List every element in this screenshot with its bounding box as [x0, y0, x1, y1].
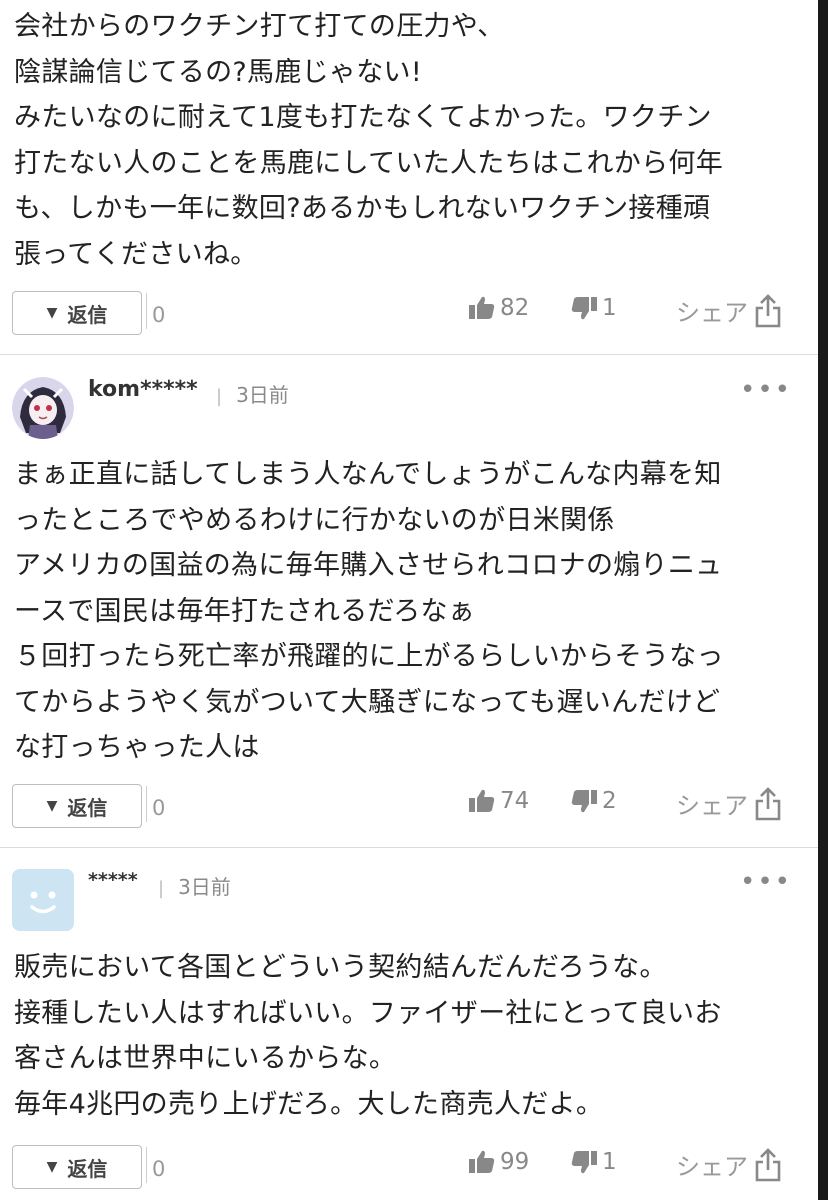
- reply-button[interactable]: ▼ 返信: [12, 784, 142, 828]
- comment-text: 販売において各国とどういう契約結んだんだろうな。 接種したい人はすればいい。ファ…: [14, 952, 722, 1120]
- post-time: 3日前: [236, 383, 289, 407]
- meta-separator: |: [216, 386, 223, 407]
- thumbs-down-icon: [570, 1149, 598, 1175]
- more-icon[interactable]: •••: [740, 867, 792, 897]
- reply-label: 返信: [67, 302, 108, 327]
- thumbs-down-icon: [570, 295, 598, 321]
- share-button[interactable]: シェア: [676, 786, 782, 821]
- comment-3-header: ***** | 3日前 •••: [12, 867, 802, 933]
- meta-separator: |: [158, 878, 165, 899]
- dislike-count: 1: [602, 1149, 617, 1175]
- username[interactable]: kom*****: [88, 377, 198, 402]
- share-label: シェア: [676, 299, 748, 327]
- comment-meta: | 3日前: [216, 379, 289, 408]
- like-count: 99: [500, 1149, 530, 1175]
- caret-down-icon: ▼: [46, 798, 58, 814]
- reply-button[interactable]: ▼ 返信: [12, 291, 142, 335]
- reply-count: 0: [145, 293, 166, 329]
- window-edge: [818, 0, 828, 1200]
- comment-meta: | 3日前: [158, 871, 231, 900]
- reply-count: 0: [145, 786, 166, 822]
- dislike-count: 1: [602, 295, 617, 321]
- share-button[interactable]: シェア: [676, 293, 782, 328]
- like-button[interactable]: 74: [468, 788, 529, 814]
- reply-button[interactable]: ▼ 返信: [12, 1145, 142, 1189]
- avatar[interactable]: [12, 377, 74, 439]
- share-label: シェア: [676, 1153, 748, 1181]
- post-time: 3日前: [178, 875, 231, 899]
- comment-3-actions: ▼ 返信 0 99 1 シェア: [12, 1145, 802, 1191]
- more-icon[interactable]: •••: [740, 375, 792, 405]
- share-button[interactable]: シェア: [676, 1147, 782, 1182]
- caret-down-icon: ▼: [46, 305, 58, 321]
- username[interactable]: *****: [88, 869, 138, 891]
- share-icon: [754, 786, 782, 821]
- dislike-button[interactable]: 1: [570, 295, 617, 321]
- like-button[interactable]: 82: [468, 295, 529, 321]
- reply-label: 返信: [67, 1156, 108, 1181]
- thumbs-up-icon: [468, 1149, 496, 1175]
- like-button[interactable]: 99: [468, 1149, 529, 1175]
- thumbs-down-icon: [570, 788, 598, 814]
- share-icon: [754, 293, 782, 328]
- caret-down-icon: ▼: [46, 1159, 58, 1175]
- comment-text: 会社からのワクチン打て打ての圧力や、 陰謀論信じてるの?馬鹿じゃない! みたいな…: [14, 11, 723, 270]
- dislike-button[interactable]: 1: [570, 1149, 617, 1175]
- like-count: 74: [500, 788, 530, 814]
- like-count: 82: [500, 295, 530, 321]
- divider: [0, 847, 818, 848]
- thumbs-up-icon: [468, 295, 496, 321]
- comment-2-actions: ▼ 返信 0 74 2 シェア: [12, 784, 802, 830]
- avatar[interactable]: [12, 869, 74, 931]
- dislike-count: 2: [602, 788, 617, 814]
- comment-2-header: kom***** | 3日前 •••: [12, 375, 802, 441]
- dislike-button[interactable]: 2: [570, 788, 617, 814]
- reply-label: 返信: [67, 795, 108, 820]
- thumbs-up-icon: [468, 788, 496, 814]
- divider: [0, 354, 818, 355]
- share-icon: [754, 1147, 782, 1182]
- comment-1-actions: ▼ 返信 0 82 1 シェア: [12, 291, 802, 337]
- share-label: シェア: [676, 792, 748, 820]
- reply-count: 0: [145, 1147, 166, 1183]
- comment-text: まぁ正直に話してしまう人なんでしょうがこんな内幕を知 ったところでやめるわけに行…: [14, 459, 724, 763]
